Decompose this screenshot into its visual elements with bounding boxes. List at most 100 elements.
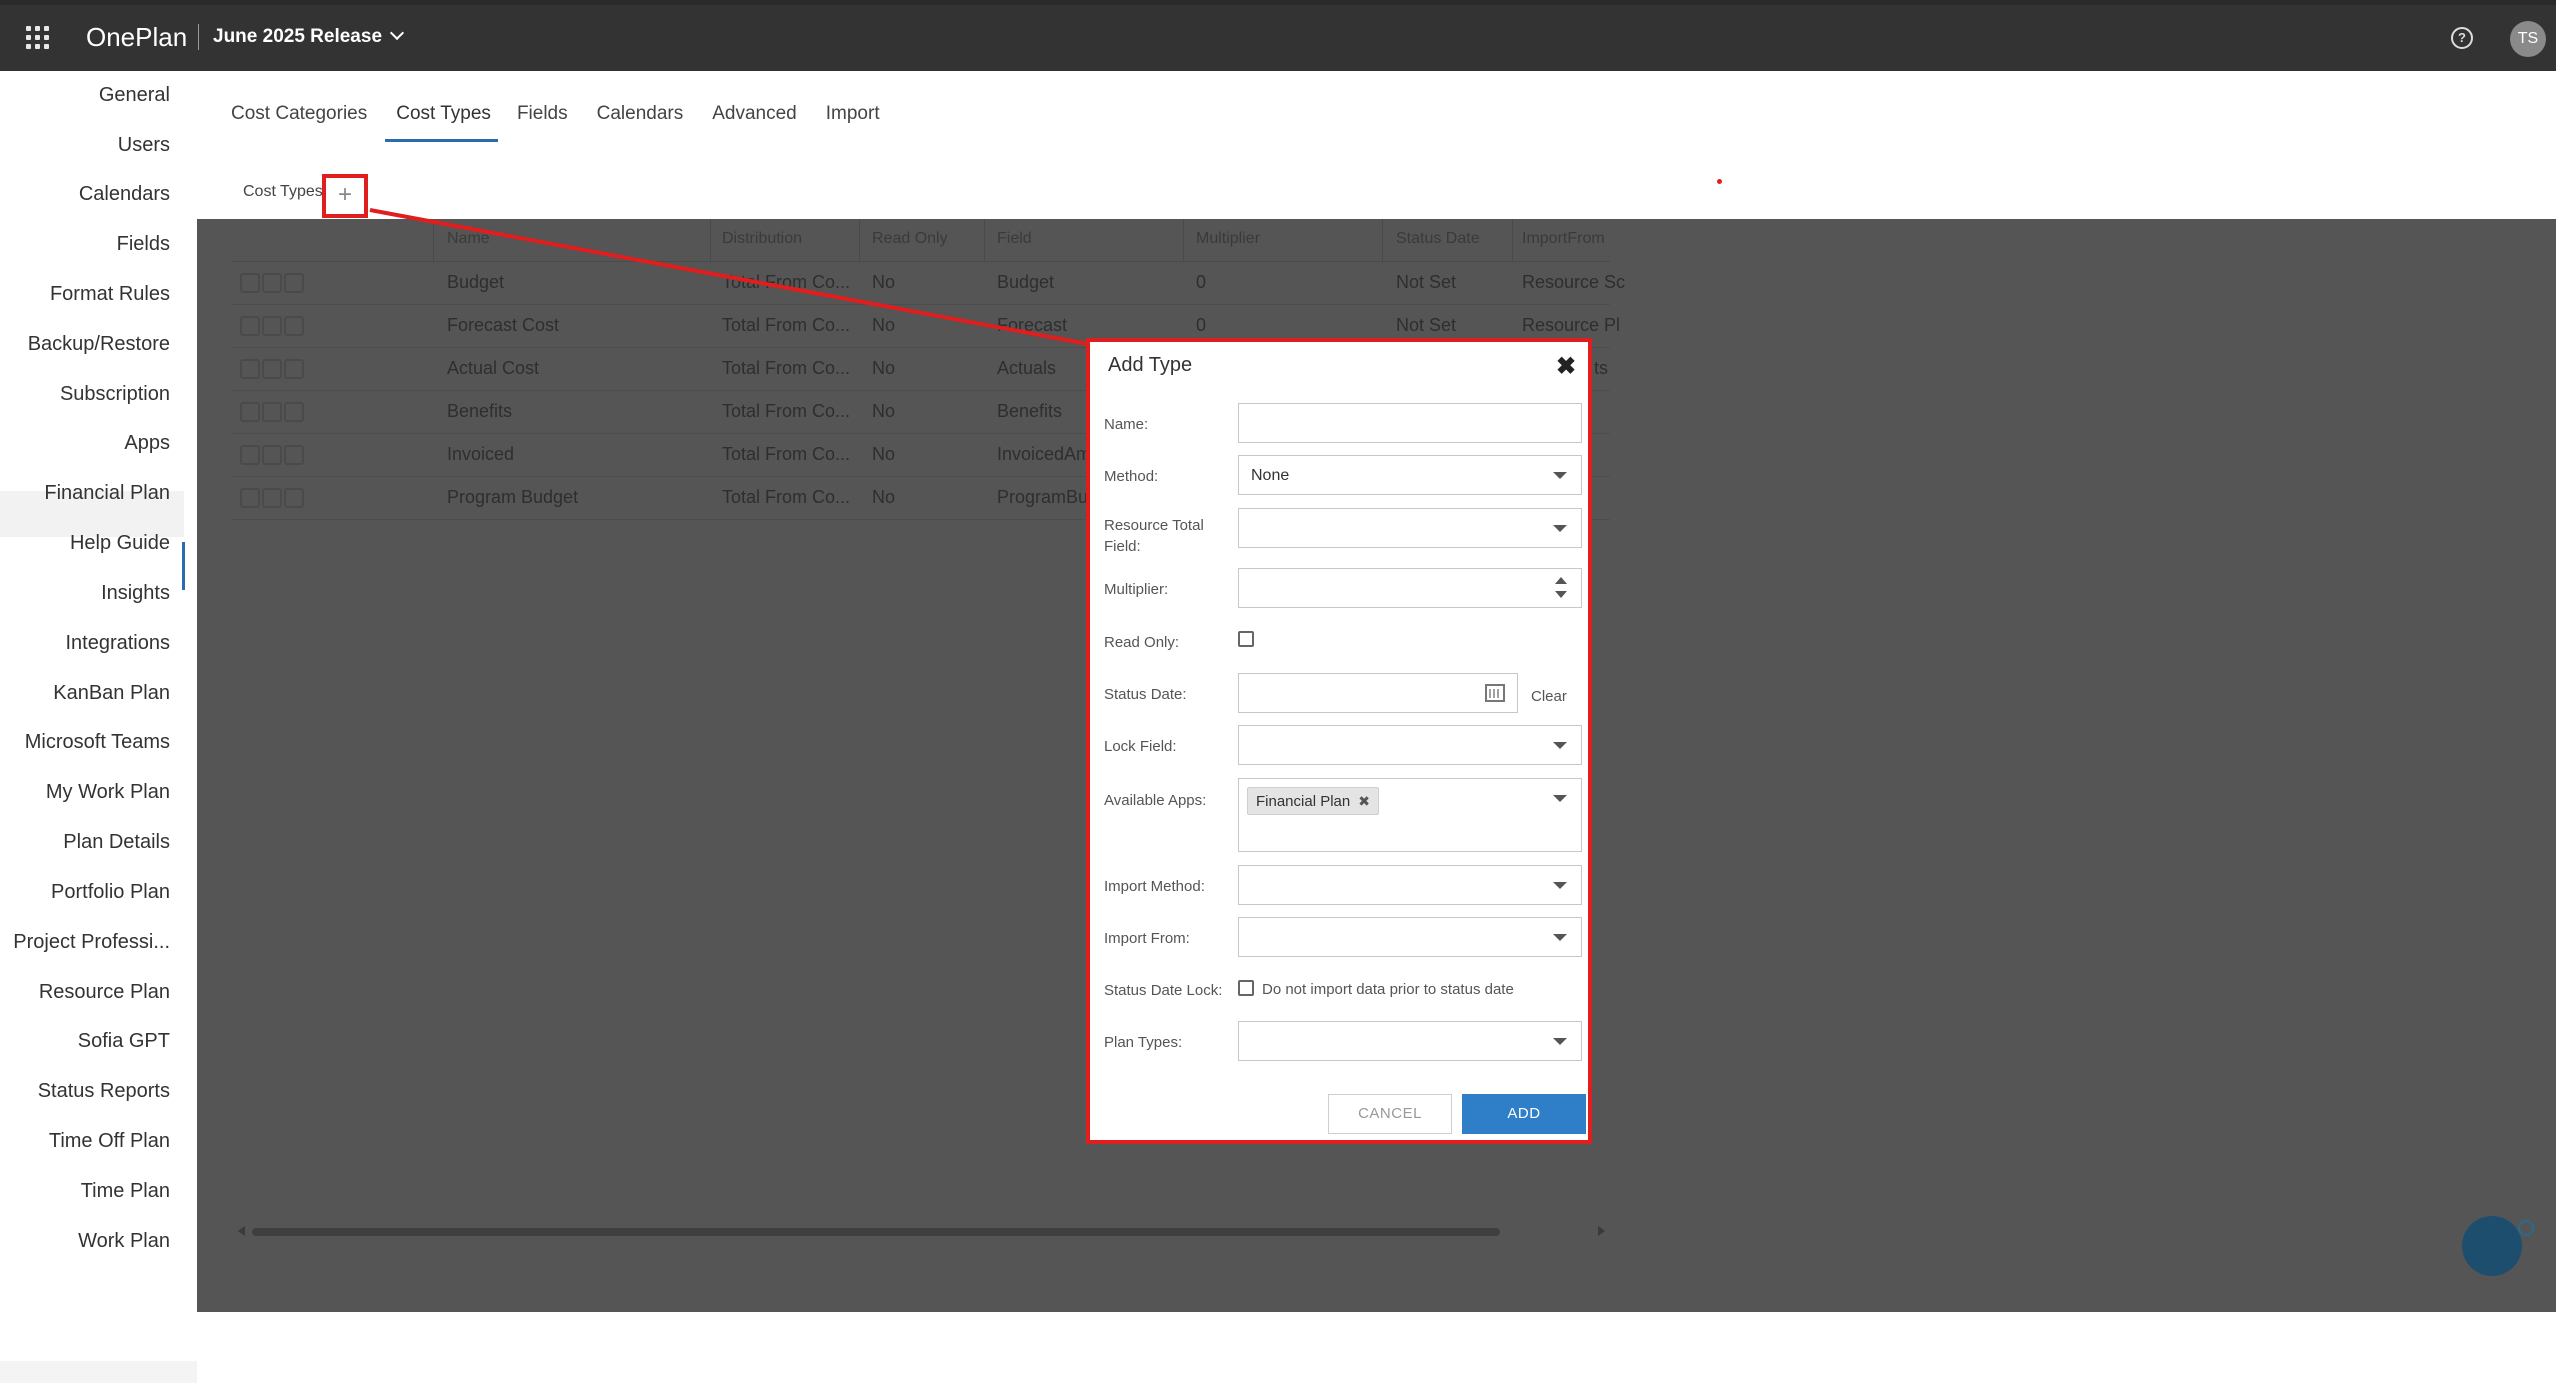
column-separator <box>1512 219 1513 261</box>
column-header-distribution[interactable]: Distribution <box>722 230 802 248</box>
sidebar-item-time-off-plan[interactable]: Time Off Plan <box>49 1130 170 1153</box>
method-value: None <box>1251 467 1290 484</box>
app-launcher-icon[interactable] <box>26 26 50 50</box>
cancel-button[interactable]: CANCEL <box>1328 1094 1452 1134</box>
column-header-status-date[interactable]: Status Date <box>1396 230 1480 248</box>
sidebar-item-financial-plan[interactable]: Financial Plan <box>44 482 170 505</box>
sidebar-item-backup-restore[interactable]: Backup/Restore <box>28 333 170 356</box>
cell-distribution: Total From Co... <box>722 272 851 292</box>
chat-assistant-button[interactable] <box>2462 1216 2522 1276</box>
stepper-arrows-icon[interactable] <box>1555 577 1567 601</box>
sidebar-item-status-reports[interactable]: Status Reports <box>38 1080 170 1103</box>
add-cost-type-button[interactable]: + <box>322 174 368 218</box>
row-action-icons[interactable] <box>240 316 390 336</box>
add-type-dialog: Add Type ✖ Name: Method: None Resource T… <box>1086 338 1592 1144</box>
column-separator <box>859 219 860 261</box>
import-from-select[interactable] <box>1238 917 1582 957</box>
tab-cost-types[interactable]: Cost Types <box>385 103 498 142</box>
settings-sidebar: General Users Calendars Fields Format Ru… <box>0 71 197 1383</box>
lock-field-select[interactable] <box>1238 725 1582 765</box>
row-action-icons[interactable] <box>240 488 390 508</box>
row-action-icons[interactable] <box>240 359 390 379</box>
lock-field-label: Lock Field: <box>1104 738 1177 755</box>
avatar[interactable]: TS <box>2510 21 2546 57</box>
available-apps-multiselect[interactable]: Financial Plan ✖ <box>1238 778 1582 852</box>
dialog-title: Add Type <box>1108 354 1193 376</box>
sidebar-item-time-plan[interactable]: Time Plan <box>81 1180 170 1203</box>
cell-read-only: No <box>872 358 896 378</box>
sidebar-item-subscription[interactable]: Subscription <box>60 383 170 406</box>
name-input[interactable] <box>1238 403 1582 443</box>
import-method-select[interactable] <box>1238 865 1582 905</box>
multiplier-label: Multiplier: <box>1104 581 1169 598</box>
chevron-down-icon <box>389 25 405 41</box>
annotation-dot <box>1717 179 1722 184</box>
add-button[interactable]: ADD <box>1462 1094 1586 1134</box>
multiplier-stepper[interactable] <box>1238 568 1582 608</box>
sidebar-item-project-professional[interactable]: Project Professi... <box>13 931 170 954</box>
tab-calendars[interactable]: Calendars <box>597 103 684 142</box>
column-header-name[interactable]: Name <box>447 230 490 248</box>
horizontal-scrollbar[interactable] <box>252 1228 1500 1236</box>
sidebar-item-users[interactable]: Users <box>118 134 170 157</box>
read-only-checkbox[interactable] <box>1238 631 1254 647</box>
close-icon[interactable]: ✖ <box>1556 352 1576 381</box>
tab-advanced[interactable]: Advanced <box>712 103 797 142</box>
import-method-label: Import Method: <box>1104 878 1205 895</box>
plan-types-label: Plan Types: <box>1104 1034 1183 1051</box>
help-badge-icon <box>2518 1220 2534 1236</box>
cell-import-from: Resource Pl <box>1522 315 1621 335</box>
sidebar-item-insights[interactable]: Insights <box>101 582 170 605</box>
calendar-icon[interactable] <box>1485 684 1505 702</box>
sidebar-item-resource-plan[interactable]: Resource Plan <box>39 981 170 1004</box>
sidebar-active-indicator <box>182 542 185 590</box>
column-header-import-from[interactable]: ImportFrom <box>1522 230 1605 248</box>
tab-fields[interactable]: Fields <box>517 103 568 142</box>
sidebar-item-plan-details[interactable]: Plan Details <box>63 831 170 854</box>
row-action-icons[interactable] <box>240 445 390 465</box>
clear-date-link[interactable]: Clear <box>1531 688 1567 705</box>
plan-types-select[interactable] <box>1238 1021 1582 1061</box>
status-date-input[interactable] <box>1238 673 1518 713</box>
tab-import[interactable]: Import <box>826 103 880 142</box>
sidebar-item-integrations[interactable]: Integrations <box>65 632 170 655</box>
row-action-icons[interactable] <box>240 402 390 422</box>
sidebar-item-kanban-plan[interactable]: KanBan Plan <box>53 682 170 705</box>
release-selector[interactable]: June 2025 Release <box>213 25 405 48</box>
sidebar-item-fields[interactable]: Fields <box>117 233 170 256</box>
cell-name: Benefits <box>447 401 513 421</box>
column-header-read-only[interactable]: Read Only <box>872 230 948 248</box>
cell-name: Budget <box>447 272 505 292</box>
sidebar-item-sofia-gpt[interactable]: Sofia GPT <box>78 1030 170 1053</box>
brand-separator <box>198 24 199 50</box>
chevron-down-icon <box>1553 1038 1567 1045</box>
scroll-left-icon[interactable] <box>238 1226 245 1236</box>
status-date-lock-checkbox[interactable] <box>1238 980 1254 996</box>
cell-read-only: No <box>872 315 896 335</box>
remove-chip-icon[interactable]: ✖ <box>1358 793 1370 809</box>
sidebar-item-apps[interactable]: Apps <box>124 432 170 455</box>
tab-cost-categories[interactable]: Cost Categories <box>231 103 367 142</box>
column-header-multiplier[interactable]: Multiplier <box>1196 230 1260 248</box>
settings-tabs: Cost Categories Cost Types Fields Calend… <box>231 103 909 142</box>
sidebar-item-microsoft-teams[interactable]: Microsoft Teams <box>25 731 170 754</box>
sidebar-item-general[interactable]: General <box>99 84 170 107</box>
table-row[interactable]: Budget Total From Co... No Budget 0 Not … <box>232 261 1625 305</box>
sidebar-item-work-plan[interactable]: Work Plan <box>78 1230 170 1253</box>
sidebar-item-portfolio-plan[interactable]: Portfolio Plan <box>51 881 170 904</box>
method-select[interactable]: None <box>1238 455 1582 495</box>
cell-read-only: No <box>872 401 896 421</box>
resource-total-field-select[interactable] <box>1238 508 1582 548</box>
sidebar-item-calendars[interactable]: Calendars <box>79 183 170 206</box>
sidebar-item-format-rules[interactable]: Format Rules <box>50 283 170 306</box>
sidebar-item-my-work-plan[interactable]: My Work Plan <box>46 781 170 804</box>
column-header-field[interactable]: Field <box>997 230 1032 248</box>
help-icon[interactable]: ? <box>2451 27 2473 49</box>
cell-name: Actual Cost <box>447 358 540 378</box>
cell-distribution: Total From Co... <box>722 315 851 335</box>
cell-multiplier: 0 <box>1196 272 1207 292</box>
scroll-right-icon[interactable] <box>1598 1226 1605 1236</box>
status-date-label: Status Date: <box>1104 686 1187 703</box>
sidebar-item-help-guide[interactable]: Help Guide <box>70 532 170 555</box>
row-action-icons[interactable] <box>240 273 390 293</box>
